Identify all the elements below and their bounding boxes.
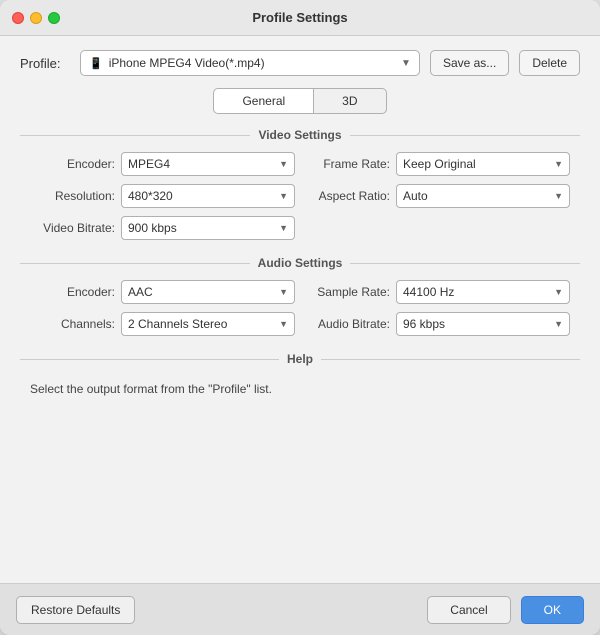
- aspect-ratio-row: Aspect Ratio: Auto ▼: [305, 184, 570, 208]
- video-encoder-value: MPEG4: [128, 157, 170, 171]
- audio-bitrate-label: Audio Bitrate:: [305, 317, 390, 331]
- video-bitrate-row: Video Bitrate: 900 kbps ▼: [30, 216, 295, 240]
- restore-defaults-button[interactable]: Restore Defaults: [16, 596, 135, 624]
- profile-value: iPhone MPEG4 Video(*.mp4): [109, 56, 265, 70]
- audio-bitrate-row: Audio Bitrate: 96 kbps ▼: [305, 312, 570, 336]
- footer-right-buttons: Cancel OK: [427, 596, 584, 624]
- audio-encoder-chevron: ▼: [279, 287, 288, 297]
- aspect-ratio-chevron: ▼: [554, 191, 563, 201]
- audio-encoder-label: Encoder:: [30, 285, 115, 299]
- audio-left-line: [20, 263, 250, 264]
- sample-rate-value: 44100 Hz: [403, 285, 454, 299]
- maximize-button[interactable]: [48, 12, 60, 24]
- frame-rate-value: Keep Original: [403, 157, 476, 171]
- help-header: Help: [20, 352, 580, 366]
- aspect-ratio-dropdown[interactable]: Auto ▼: [396, 184, 570, 208]
- profile-label: Profile:: [20, 56, 70, 71]
- tab-general[interactable]: General: [213, 88, 313, 114]
- video-encoder-dropdown[interactable]: MPEG4 ▼: [121, 152, 295, 176]
- audio-fields-grid: Encoder: AAC ▼ Sample Rate: 44100 Hz ▼: [20, 280, 580, 336]
- profile-device-icon: 📱: [89, 57, 103, 70]
- aspect-ratio-label: Aspect Ratio:: [305, 189, 390, 203]
- video-settings-section: Video Settings Encoder: MPEG4 ▼ Frame Ra…: [20, 128, 580, 240]
- channels-label: Channels:: [30, 317, 115, 331]
- tab-3d[interactable]: 3D: [313, 88, 386, 114]
- frame-rate-label: Frame Rate:: [305, 157, 390, 171]
- resolution-value: 480*320: [128, 189, 173, 203]
- cancel-button[interactable]: Cancel: [427, 596, 510, 624]
- frame-rate-row: Frame Rate: Keep Original ▼: [305, 152, 570, 176]
- video-right-line: [350, 135, 580, 136]
- save-as-button[interactable]: Save as...: [430, 50, 509, 76]
- close-button[interactable]: [12, 12, 24, 24]
- audio-bitrate-dropdown[interactable]: 96 kbps ▼: [396, 312, 570, 336]
- help-title: Help: [287, 352, 313, 366]
- video-bitrate-dropdown[interactable]: 900 kbps ▼: [121, 216, 295, 240]
- delete-button[interactable]: Delete: [519, 50, 580, 76]
- video-encoder-chevron: ▼: [279, 159, 288, 169]
- video-bitrate-value: 900 kbps: [128, 221, 177, 235]
- resolution-row: Resolution: 480*320 ▼: [30, 184, 295, 208]
- profile-dropdown[interactable]: 📱 iPhone MPEG4 Video(*.mp4) ▼: [80, 50, 420, 76]
- sample-rate-chevron: ▼: [554, 287, 563, 297]
- title-bar: Profile Settings: [0, 0, 600, 36]
- video-bitrate-chevron: ▼: [279, 223, 288, 233]
- video-left-line: [20, 135, 250, 136]
- audio-settings-section: Audio Settings Encoder: AAC ▼ Sample Rat…: [20, 256, 580, 336]
- audio-encoder-dropdown[interactable]: AAC ▼: [121, 280, 295, 304]
- video-settings-header: Video Settings: [20, 128, 580, 142]
- audio-right-line: [350, 263, 580, 264]
- profile-chevron-icon: ▼: [401, 58, 411, 69]
- window-title: Profile Settings: [252, 10, 347, 25]
- channels-row: Channels: 2 Channels Stereo ▼: [30, 312, 295, 336]
- audio-bitrate-value: 96 kbps: [403, 317, 445, 331]
- audio-bitrate-chevron: ▼: [554, 319, 563, 329]
- audio-encoder-row: Encoder: AAC ▼: [30, 280, 295, 304]
- help-right-line: [321, 359, 580, 360]
- help-left-line: [20, 359, 279, 360]
- aspect-ratio-value: Auto: [403, 189, 428, 203]
- resolution-dropdown[interactable]: 480*320 ▼: [121, 184, 295, 208]
- frame-rate-dropdown[interactable]: Keep Original ▼: [396, 152, 570, 176]
- frame-rate-chevron: ▼: [554, 159, 563, 169]
- channels-value: 2 Channels Stereo: [128, 317, 227, 331]
- profile-row: Profile: 📱 iPhone MPEG4 Video(*.mp4) ▼ S…: [20, 50, 580, 76]
- main-window: Profile Settings Profile: 📱 iPhone MPEG4…: [0, 0, 600, 635]
- main-content: Profile: 📱 iPhone MPEG4 Video(*.mp4) ▼ S…: [0, 36, 600, 583]
- ok-button[interactable]: OK: [521, 596, 584, 624]
- video-fields-grid: Encoder: MPEG4 ▼ Frame Rate: Keep Origin…: [20, 152, 580, 240]
- video-encoder-row: Encoder: MPEG4 ▼: [30, 152, 295, 176]
- sample-rate-row: Sample Rate: 44100 Hz ▼: [305, 280, 570, 304]
- audio-settings-title: Audio Settings: [258, 256, 343, 270]
- help-text: Select the output format from the "Profi…: [20, 376, 580, 402]
- video-bitrate-label: Video Bitrate:: [30, 221, 115, 235]
- window-controls: [12, 12, 60, 24]
- resolution-label: Resolution:: [30, 189, 115, 203]
- sample-rate-dropdown[interactable]: 44100 Hz ▼: [396, 280, 570, 304]
- audio-encoder-value: AAC: [128, 285, 153, 299]
- video-settings-title: Video Settings: [258, 128, 341, 142]
- channels-chevron: ▼: [279, 319, 288, 329]
- minimize-button[interactable]: [30, 12, 42, 24]
- audio-settings-header: Audio Settings: [20, 256, 580, 270]
- video-encoder-label: Encoder:: [30, 157, 115, 171]
- resolution-chevron: ▼: [279, 191, 288, 201]
- tabs-row: General 3D: [20, 88, 580, 114]
- footer: Restore Defaults Cancel OK: [0, 583, 600, 635]
- sample-rate-label: Sample Rate:: [305, 285, 390, 299]
- channels-dropdown[interactable]: 2 Channels Stereo ▼: [121, 312, 295, 336]
- help-section: Help Select the output format from the "…: [20, 352, 580, 402]
